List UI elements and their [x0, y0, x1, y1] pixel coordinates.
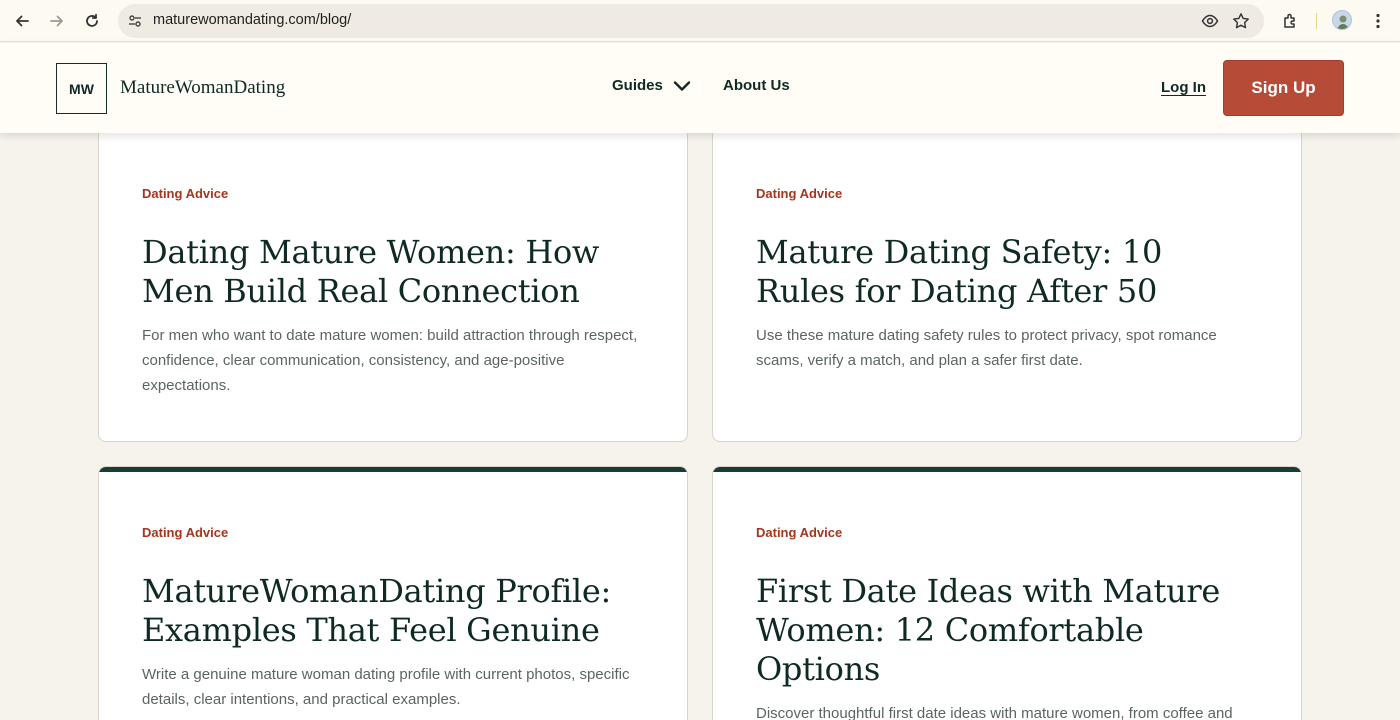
card-title[interactable]: Mature Dating Safety: 10 Rules for Datin… [756, 233, 1226, 311]
back-arrow-icon[interactable] [10, 9, 34, 33]
card-category[interactable]: Dating Advice [756, 525, 842, 540]
toolbar-separator [1316, 13, 1317, 29]
card-category[interactable]: Dating Advice [142, 525, 228, 540]
blog-card[interactable]: Dating Advice Mature Dating Safety: 10 R… [712, 110, 1302, 442]
card-description: Write a genuine mature woman dating prof… [142, 666, 630, 708]
nav-guides-label: Guides [612, 77, 663, 94]
address-bar[interactable]: maturewomandating.com/blog/ [118, 4, 1264, 38]
site-settings-icon[interactable] [125, 11, 145, 31]
card-category[interactable]: Dating Advice [756, 186, 842, 201]
menu-icon[interactable] [1366, 9, 1390, 33]
card-category[interactable]: Dating Advice [142, 186, 228, 201]
nav-guides-dropdown[interactable]: Guides [612, 77, 691, 94]
card-description: Use these mature dating safety rules to … [756, 327, 1217, 369]
card-title[interactable]: Dating Mature Women: How Men Build Real … [142, 233, 642, 311]
eye-icon[interactable] [1200, 11, 1220, 31]
blog-card[interactable]: Dating Advice MatureWomanDating Profile:… [98, 466, 688, 720]
card-title[interactable]: MatureWomanDating Profile: Examples That… [142, 572, 642, 650]
url-text[interactable]: maturewomandating.com/blog/ [153, 12, 351, 28]
blog-card[interactable]: Dating Advice First Date Ideas with Matu… [712, 466, 1302, 720]
site-header: MW MatureWomanDating Guides About Us Log… [0, 43, 1400, 133]
signup-button[interactable]: Sign Up [1223, 60, 1344, 116]
extensions-icon[interactable] [1279, 9, 1303, 33]
profile-avatar[interactable] [1332, 10, 1352, 30]
nav-about-link[interactable]: About Us [723, 77, 790, 94]
logo-text[interactable]: MatureWomanDating [120, 77, 285, 99]
blog-card[interactable]: Dating Advice Dating Mature Women: How M… [98, 110, 688, 442]
card-description: Discover thoughtful first date ideas wit… [756, 705, 1233, 720]
logo-mark[interactable]: MW [56, 63, 107, 114]
star-icon[interactable] [1231, 11, 1251, 31]
card-title[interactable]: First Date Ideas with Mature Women: 12 C… [756, 572, 1256, 689]
login-link[interactable]: Log In [1161, 79, 1206, 96]
forward-arrow-icon[interactable] [45, 9, 69, 33]
browser-toolbar: maturewomandating.com/blog/ [0, 0, 1400, 42]
chevron-down-icon [673, 80, 691, 91]
reload-icon[interactable] [80, 9, 104, 33]
card-description: For men who want to date mature women: b… [142, 327, 638, 394]
